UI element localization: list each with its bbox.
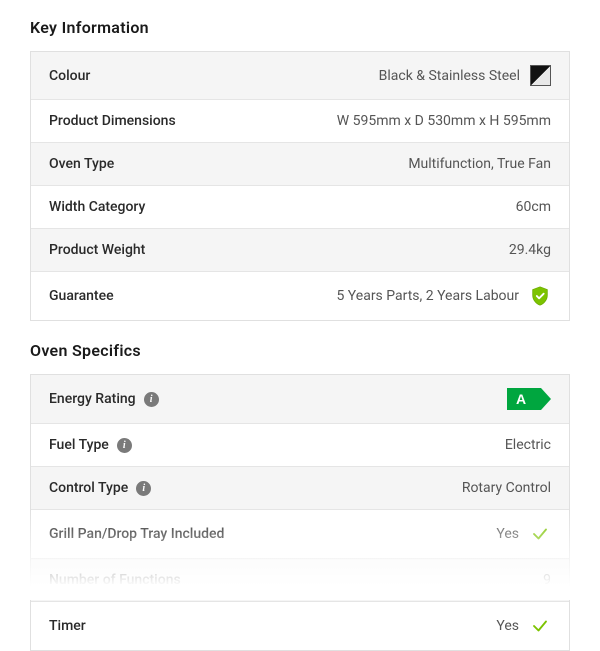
row-label: Guarantee <box>49 288 114 304</box>
row-value: Multifunction, True Fan <box>408 156 551 172</box>
table-row: Grill Pan/Drop Tray Included Yes <box>31 510 569 559</box>
row-value: 29.4kg <box>509 242 551 258</box>
row-label: Oven Type <box>49 156 114 172</box>
guarantee-shield-icon <box>529 285 551 307</box>
table-row: Timer Yes <box>31 602 569 650</box>
table-row: Colour Black & Stainless Steel <box>31 52 569 100</box>
section-title-key-information: Key Information <box>30 18 570 37</box>
check-icon <box>529 523 551 545</box>
row-value: Electric <box>505 437 551 453</box>
table-row: Product Dimensions W 595mm x D 530mm x H… <box>31 100 569 143</box>
row-value: W 595mm x D 530mm x H 595mm <box>337 113 551 129</box>
energy-rating-icon: A <box>507 388 551 410</box>
row-value: 60cm <box>516 199 551 215</box>
row-label: Colour <box>49 68 90 84</box>
colour-swatch-icon <box>530 65 551 86</box>
info-icon[interactable]: i <box>117 438 132 453</box>
table-row: Product Weight 29.4kg <box>31 229 569 272</box>
row-value: Black & Stainless Steel <box>379 65 551 86</box>
row-label: Grill Pan/Drop Tray Included <box>49 526 224 542</box>
row-label: Control Type i <box>49 480 151 496</box>
info-icon[interactable]: i <box>136 481 151 496</box>
row-label: Fuel Type i <box>49 437 132 453</box>
table-row: Fuel Type i Electric <box>31 424 569 467</box>
row-label: Timer <box>49 618 86 634</box>
row-label: Product Weight <box>49 242 145 258</box>
row-value: 9 <box>543 572 551 588</box>
row-label: Product Dimensions <box>49 113 176 129</box>
table-row: Guarantee 5 Years Parts, 2 Years Labour <box>31 272 569 320</box>
table-row: Number of Functions 9 <box>31 559 569 602</box>
section-title-oven-specifics: Oven Specifics <box>30 341 570 360</box>
row-label: Energy Rating i <box>49 391 159 407</box>
row-value: Yes <box>496 523 551 545</box>
key-information-table: Colour Black & Stainless Steel Product D… <box>30 51 570 321</box>
table-row: Oven Type Multifunction, True Fan <box>31 143 569 186</box>
svg-text:A: A <box>516 391 526 407</box>
oven-specifics-table: Energy Rating i A Fuel Type i Electric <box>30 374 570 651</box>
row-value: A <box>497 388 551 410</box>
table-row: Width Category 60cm <box>31 186 569 229</box>
info-icon[interactable]: i <box>144 392 159 407</box>
check-icon <box>529 615 551 637</box>
table-row: Energy Rating i A <box>31 375 569 424</box>
row-value: 5 Years Parts, 2 Years Labour <box>336 285 551 307</box>
row-value: Yes <box>496 615 551 637</box>
row-value: Rotary Control <box>462 480 551 496</box>
row-label: Width Category <box>49 199 145 215</box>
row-label: Number of Functions <box>49 572 181 588</box>
table-row: Control Type i Rotary Control <box>31 467 569 510</box>
